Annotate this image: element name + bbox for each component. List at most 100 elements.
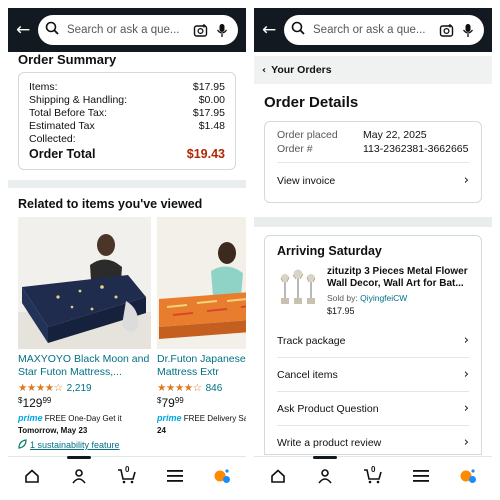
- prime-delivery: prime FREE One-Day Get it: [18, 413, 151, 423]
- product-price: $7999: [157, 396, 246, 410]
- summary-row: Collected:: [29, 133, 225, 146]
- product-title-link[interactable]: MAXYOYO Black Moon and Star Futon Mattre…: [18, 353, 151, 379]
- summary-label: Collected:: [29, 133, 76, 145]
- product-image-orange-futon[interactable]: [157, 217, 246, 349]
- menu-icon[interactable]: [160, 461, 190, 491]
- cancel-items-button[interactable]: Cancel items ›: [277, 358, 469, 392]
- price-cents: 99: [174, 396, 184, 405]
- camera-icon[interactable]: [437, 23, 455, 38]
- item-price: $17.95: [327, 306, 355, 316]
- product-image-navy-futon[interactable]: [18, 217, 151, 349]
- order-item[interactable]: zituzitp 3 Pieces Metal Flower Wall Deco…: [277, 266, 469, 316]
- order-summary-title: Order Summary: [18, 52, 117, 67]
- ask-product-question-button[interactable]: Ask Product Question ›: [277, 392, 469, 426]
- back-arrow-icon[interactable]: ←: [16, 20, 38, 40]
- search-placeholder: Search or ask a que...: [67, 24, 180, 36]
- search-placeholder: Search or ask a que...: [313, 24, 426, 36]
- summary-value: $17.95: [192, 81, 225, 93]
- cart-icon[interactable]: 0: [358, 461, 388, 491]
- summary-value: $1.48: [198, 120, 225, 132]
- product-rating[interactable]: ★★★★☆ 2,219: [18, 382, 151, 394]
- search-input[interactable]: Search or ask a que...: [38, 15, 238, 45]
- summary-label: Items:: [29, 81, 58, 93]
- prime-delivery: prime FREE Delivery Sat: [157, 413, 246, 423]
- search-input[interactable]: Search or ask a que...: [284, 15, 484, 45]
- right-screen: ← Search or ask a que... ‹ Your Orders O…: [254, 8, 492, 494]
- rufus-icon[interactable]: [207, 461, 237, 491]
- price-whole: 129: [22, 396, 43, 410]
- order-total-value: $19.43: [186, 147, 225, 161]
- related-products-carousel[interactable]: MAXYOYO Black Moon and Star Futon Mattre…: [8, 217, 246, 451]
- product-rating[interactable]: ★★★★☆ 846: [157, 382, 246, 394]
- top-bar: ← Search or ask a que...: [254, 8, 492, 52]
- cart-count: 0: [124, 464, 130, 474]
- order-summary-card: Items: $17.95 Shipping & Handling: $0.00 T…: [18, 72, 236, 170]
- seller-link[interactable]: QiyingfeiCW: [360, 293, 407, 303]
- cart-icon[interactable]: 0: [112, 461, 142, 491]
- delivery-date: Tomorrow, May 23: [18, 426, 88, 435]
- shipment-card: Arriving Saturday zituzitp 3 Pieces Meta…: [264, 235, 482, 455]
- left-screen: ← Search or ask a que... Order Summary I…: [8, 8, 246, 494]
- order-total-label: Order Total: [29, 147, 96, 161]
- product-title-link[interactable]: Dr.Futon Japanese F Futon Mattress Extr: [157, 353, 246, 379]
- action-label: Track package: [277, 334, 346, 347]
- section-divider: [8, 180, 246, 188]
- action-label: Cancel items: [277, 368, 338, 381]
- rufus-icon[interactable]: [453, 461, 483, 491]
- write-review-button[interactable]: Write a product review ›: [277, 426, 469, 454]
- order-placed-label: Order placed: [277, 129, 338, 141]
- view-invoice-label: View invoice: [277, 174, 336, 187]
- summary-row: Total Before Tax: $17.95: [29, 107, 225, 120]
- chevron-right-icon: ›: [463, 401, 469, 416]
- delivery-text: FREE Delivery Sat: [183, 414, 246, 423]
- account-icon[interactable]: [310, 455, 340, 491]
- view-invoice-button[interactable]: View invoice ›: [277, 162, 469, 198]
- price-whole: 79: [161, 396, 175, 410]
- page-title: Order Details: [264, 94, 359, 111]
- account-icon[interactable]: [64, 455, 94, 491]
- summary-value: $0.00: [198, 94, 225, 106]
- summary-row: Items: $17.95: [29, 81, 225, 94]
- item-title-link[interactable]: zituzitp 3 Pieces Metal Flower Wall Deco…: [327, 266, 469, 290]
- chevron-right-icon: ›: [463, 333, 469, 348]
- bottom-nav: 0: [254, 455, 492, 494]
- order-total-row: Order Total $19.43: [29, 148, 225, 161]
- breadcrumb-your-orders[interactable]: Your Orders: [271, 64, 332, 76]
- sustainability-text: 1 sustainability feature: [30, 440, 120, 450]
- cart-count: 0: [370, 464, 376, 474]
- price-cents: 99: [42, 396, 52, 405]
- mic-icon[interactable]: [213, 23, 231, 38]
- related-items-title: Related to items you've viewed: [18, 197, 203, 211]
- action-label: Ask Product Question: [277, 402, 379, 415]
- summary-label: Estimated Tax: [29, 120, 95, 132]
- rating-count: 2,219: [66, 382, 92, 394]
- back-arrow-icon[interactable]: ←: [262, 20, 284, 40]
- order-number-row: Order # 113-2362381-3662665: [277, 142, 469, 156]
- summary-label: Shipping & Handling:: [29, 94, 128, 106]
- order-number-label: Order #: [277, 143, 313, 155]
- search-icon: [45, 21, 63, 40]
- camera-icon[interactable]: [191, 23, 209, 38]
- home-icon[interactable]: [263, 461, 293, 491]
- order-placed-value: May 22, 2025: [363, 129, 427, 141]
- mic-icon[interactable]: [459, 23, 477, 38]
- star-rating-icon: ★★★★☆: [18, 382, 63, 394]
- order-number-value: 113-2362381-3662665: [363, 143, 469, 155]
- rating-count: 846: [205, 382, 223, 394]
- bottom-nav: 0: [8, 455, 246, 494]
- product-card[interactable]: Dr.Futon Japanese F Futon Mattress Extr …: [157, 217, 246, 451]
- chevron-right-icon: ›: [463, 367, 469, 382]
- chevron-right-icon: ›: [463, 173, 469, 188]
- breadcrumb[interactable]: ‹ Your Orders: [254, 56, 492, 84]
- item-thumbnail[interactable]: [277, 266, 319, 308]
- item-seller: Sold by: QiyingfeiCW: [327, 293, 469, 303]
- top-bar: ← Search or ask a que...: [8, 8, 246, 52]
- product-card[interactable]: MAXYOYO Black Moon and Star Futon Mattre…: [18, 217, 151, 451]
- home-icon[interactable]: [17, 461, 47, 491]
- prime-logo-icon: prime: [18, 413, 43, 423]
- sustainability-link[interactable]: 1 sustainability feature: [18, 439, 151, 451]
- track-package-button[interactable]: Track package ›: [277, 324, 469, 358]
- menu-icon[interactable]: [406, 461, 436, 491]
- chevron-right-icon: ›: [463, 435, 469, 450]
- order-info-card: Order placed May 22, 2025 Order # 113-2362…: [264, 121, 482, 203]
